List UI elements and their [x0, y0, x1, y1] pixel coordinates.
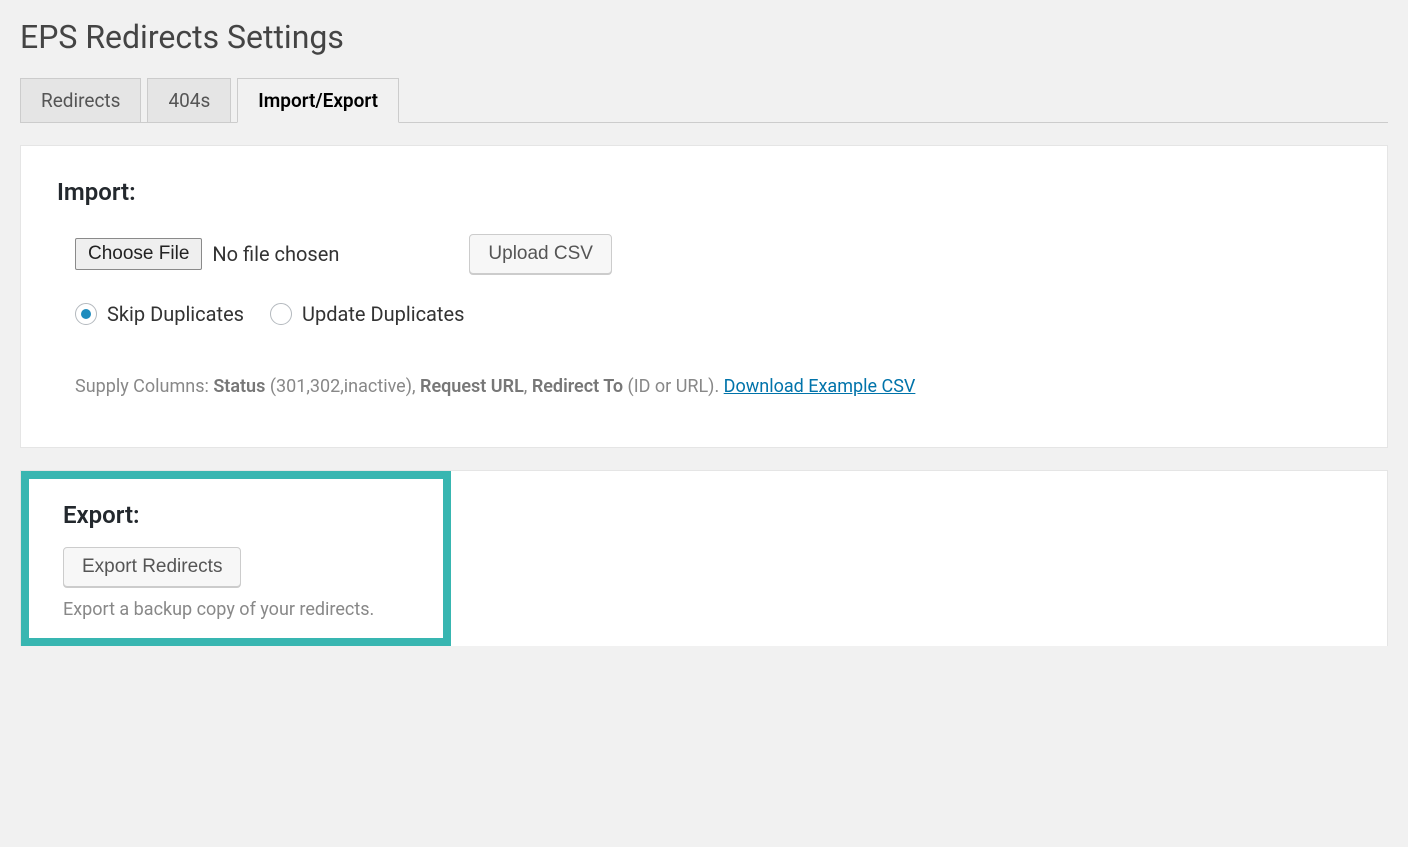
tab-404s[interactable]: 404s: [147, 78, 231, 123]
export-description: Export a backup copy of your redirects.: [63, 599, 409, 620]
page-title: EPS Redirects Settings: [20, 0, 1388, 78]
tab-import-export[interactable]: Import/Export: [237, 78, 399, 123]
export-panel: Export: Export Redirects Export a backup…: [20, 470, 1388, 646]
update-duplicates-label: Update Duplicates: [302, 302, 464, 326]
file-row: Choose File No file chosen Upload CSV: [57, 234, 1351, 274]
download-example-link[interactable]: Download Example CSV: [724, 376, 916, 397]
update-duplicates-option[interactable]: Update Duplicates: [270, 302, 464, 326]
export-highlight: Export: Export Redirects Export a backup…: [21, 471, 451, 646]
skip-duplicates-label: Skip Duplicates: [107, 302, 244, 326]
columns-hint: Supply Columns: Status (301,302,inactive…: [57, 376, 1351, 397]
radio-icon: [270, 303, 292, 325]
tabs: Redirects 404s Import/Export: [20, 78, 1388, 123]
file-status: No file chosen: [212, 242, 339, 266]
hint-redirect-vals: (ID or URL).: [623, 376, 724, 397]
tab-redirects[interactable]: Redirects: [20, 78, 141, 123]
duplicate-options: Skip Duplicates Update Duplicates: [57, 302, 1351, 326]
export-heading: Export:: [63, 501, 409, 529]
hint-sep: ,: [524, 376, 532, 397]
skip-duplicates-option[interactable]: Skip Duplicates: [75, 302, 244, 326]
hint-status-label: Status: [213, 376, 265, 397]
hint-redirect: Redirect To: [532, 376, 623, 397]
import-panel: Import: Choose File No file chosen Uploa…: [20, 145, 1388, 448]
import-heading: Import:: [57, 178, 1351, 206]
hint-request: Request URL: [420, 376, 524, 397]
upload-csv-button[interactable]: Upload CSV: [469, 234, 612, 274]
choose-file-button[interactable]: Choose File: [75, 238, 202, 270]
radio-icon: [75, 303, 97, 325]
hint-status-vals: (301,302,inactive),: [265, 376, 420, 397]
export-redirects-button[interactable]: Export Redirects: [63, 547, 241, 587]
hint-prefix: Supply Columns:: [75, 376, 213, 397]
